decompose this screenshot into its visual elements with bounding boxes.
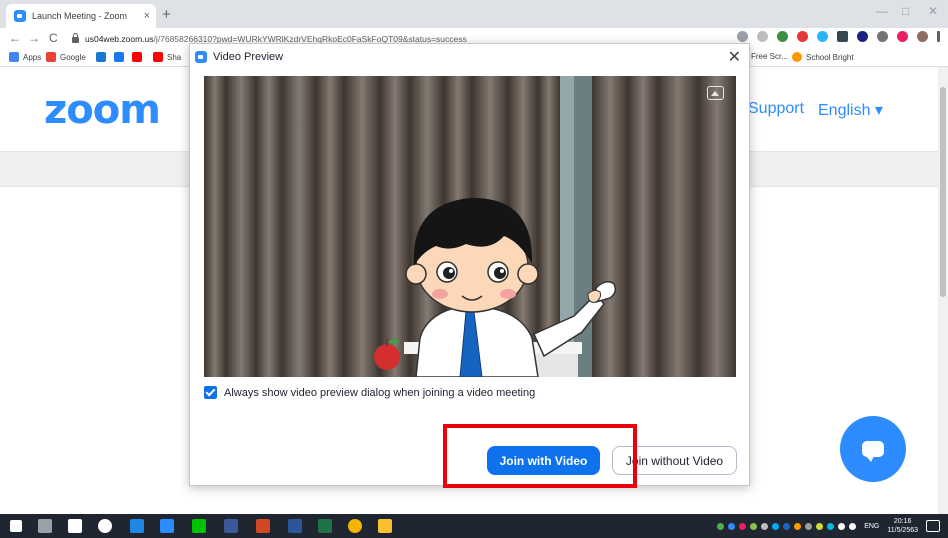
join-with-video-button[interactable]: Join with Video: [487, 446, 600, 475]
chat-support-button[interactable]: [840, 416, 906, 482]
tab-close-icon[interactable]: ×: [144, 10, 150, 22]
task-view-icon[interactable]: [38, 519, 52, 533]
excel-icon[interactable]: [318, 519, 332, 533]
system-tray: ENG 20:16 11/5/2563: [717, 514, 948, 538]
powerpoint-icon[interactable]: [256, 519, 270, 533]
dialog-close-button[interactable]: ✕: [728, 47, 741, 67]
extension-icon[interactable]: [817, 31, 828, 42]
word-icon[interactable]: [288, 519, 302, 533]
browser-tabstrip: Launch Meeting - Zoom × + — □ ✕: [0, 0, 948, 28]
line-icon[interactable]: [192, 519, 206, 533]
taskbar-clock[interactable]: 20:16 11/5/2563: [887, 517, 918, 535]
zoom-taskbar-icon[interactable]: [160, 519, 174, 533]
scrollbar-thumb[interactable]: [940, 87, 946, 297]
extension-icons: [737, 31, 940, 42]
background-filter-icon[interactable]: [707, 86, 724, 100]
tray-icons: [717, 522, 857, 530]
language-dropdown[interactable]: English ▾: [818, 100, 883, 120]
windows-start-icon[interactable]: [10, 520, 22, 532]
bookmark-apps[interactable]: Apps: [9, 52, 41, 62]
youtube-icon: [132, 52, 142, 62]
always-show-preview-checkbox[interactable]: [204, 386, 217, 399]
maximize-button[interactable]: □: [902, 4, 909, 18]
tray-icon[interactable]: [772, 522, 780, 530]
tray-icon[interactable]: [794, 522, 802, 530]
window-close-button[interactable]: ✕: [928, 4, 938, 18]
chat-bubble-icon: [862, 441, 884, 462]
bookmark-icon: [96, 52, 106, 62]
youtube-icon: [153, 52, 163, 62]
lock-icon: [72, 33, 79, 43]
zoom-app-icon: [195, 51, 207, 63]
tray-icon[interactable]: [717, 522, 725, 530]
extension-icon[interactable]: [857, 31, 868, 42]
nav-support-link[interactable]: Support: [748, 100, 804, 118]
windows-taskbar: ENG 20:16 11/5/2563: [0, 514, 948, 538]
input-language[interactable]: ENG: [864, 523, 879, 530]
dialog-header: Video Preview: [190, 44, 749, 70]
camera-preview: [204, 76, 736, 377]
tray-icon[interactable]: [827, 522, 835, 530]
bookmark-star-icon[interactable]: [757, 31, 768, 42]
address-url: us04web.zoom.us/j/76858266310?pwd=WURkYW…: [85, 33, 467, 44]
facebook-taskbar-icon[interactable]: [224, 519, 238, 533]
tray-icon[interactable]: [761, 522, 769, 530]
extension-icon[interactable]: [877, 31, 888, 42]
minimize-button[interactable]: —: [876, 4, 888, 18]
zoom-favicon-icon: [14, 10, 26, 22]
tray-icon[interactable]: [816, 522, 824, 530]
bookmark-sha[interactable]: Sha: [153, 52, 181, 62]
volume-icon[interactable]: [849, 522, 857, 530]
edge-icon[interactable]: [130, 519, 144, 533]
bookmark-icon-item[interactable]: [96, 52, 110, 62]
bookmark-google[interactable]: Google: [46, 52, 86, 62]
reload-button[interactable]: C: [49, 31, 58, 45]
tray-icon[interactable]: [728, 522, 736, 530]
join-without-video-button[interactable]: Join without Video: [612, 446, 737, 475]
extension-icon[interactable]: [837, 31, 848, 42]
profile-avatar[interactable]: [917, 31, 928, 42]
menu-kebab-icon[interactable]: [937, 31, 940, 42]
clock-time: 20:16: [893, 518, 912, 525]
tray-icon[interactable]: [805, 522, 813, 530]
tray-icon[interactable]: [750, 522, 758, 530]
zoom-logo[interactable]: zoom: [44, 87, 161, 133]
apps-grid-icon: [9, 52, 19, 62]
bookmark-facebook[interactable]: [114, 52, 128, 62]
store-icon[interactable]: [68, 519, 82, 533]
tray-icon[interactable]: [739, 522, 747, 530]
file-explorer-icon[interactable]: [378, 519, 392, 533]
extension-icon[interactable]: [897, 31, 908, 42]
facebook-icon: [114, 52, 124, 62]
bookmark-school-bright[interactable]: School Bright: [792, 52, 854, 62]
zoom-page-icon[interactable]: [737, 31, 748, 42]
back-button[interactable]: ←: [9, 31, 21, 45]
always-show-preview-label[interactable]: Always show video preview dialog when jo…: [224, 387, 535, 399]
google-app-icon[interactable]: [98, 519, 112, 533]
camera-preview-image: [204, 76, 736, 377]
google-icon: [46, 52, 56, 62]
browser-tab[interactable]: Launch Meeting - Zoom ×: [6, 4, 156, 28]
extension-icon[interactable]: [777, 31, 788, 42]
notification-icon[interactable]: [926, 520, 940, 532]
clock-date: 11/5/2563: [887, 527, 918, 534]
new-tab-button[interactable]: +: [162, 6, 171, 23]
extension-icon[interactable]: [797, 31, 808, 42]
forward-button[interactable]: →: [28, 31, 40, 45]
always-show-preview-row[interactable]: Always show video preview dialog when jo…: [204, 386, 535, 399]
page-scrollbar[interactable]: [938, 67, 948, 514]
bookmark-youtube[interactable]: [132, 52, 146, 62]
tab-title: Launch Meeting - Zoom: [32, 11, 128, 21]
video-preview-dialog: Video Preview ✕ Always show video previe…: [189, 43, 750, 486]
bookmark-free-scr[interactable]: Free Scr...: [751, 52, 788, 61]
school-bright-icon: [792, 52, 802, 62]
bluetooth-icon[interactable]: [783, 522, 791, 530]
dialog-title: Video Preview: [213, 51, 284, 63]
wifi-icon[interactable]: [838, 522, 846, 530]
chrome-icon[interactable]: [348, 519, 362, 533]
